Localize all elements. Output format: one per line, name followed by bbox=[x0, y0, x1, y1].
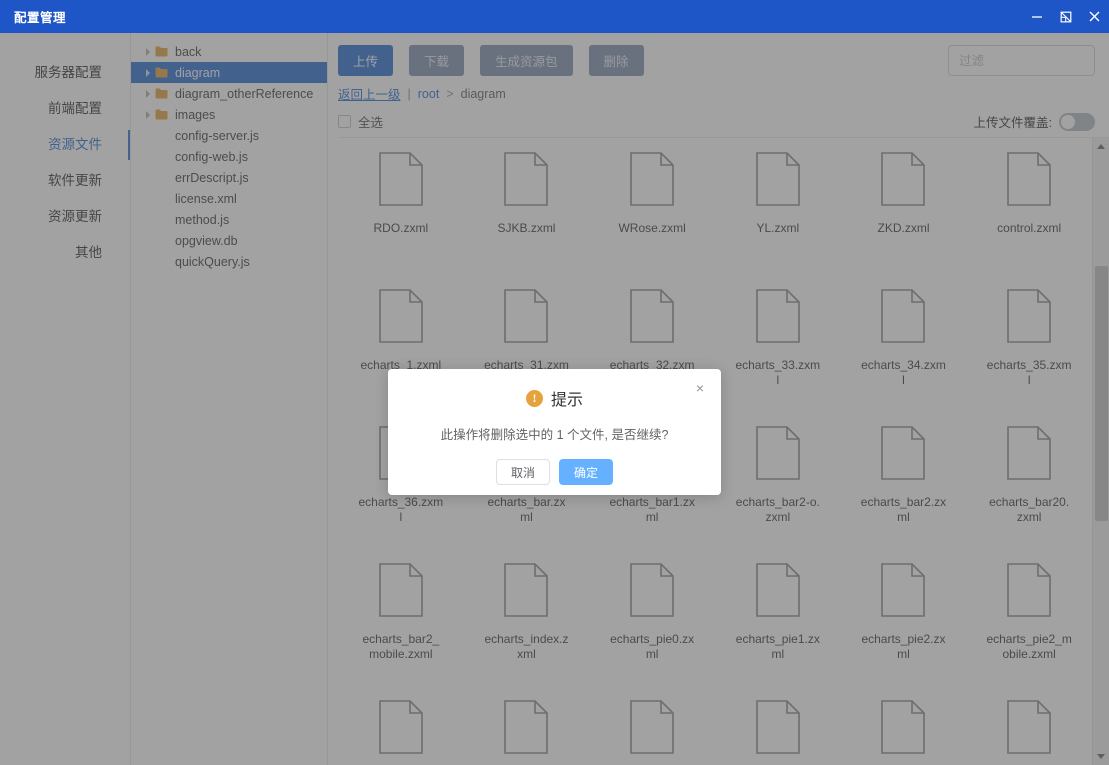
close-button[interactable] bbox=[1080, 0, 1109, 33]
confirm-dialog: × ! 提示 此操作将删除选中的 1 个文件, 是否继续? 取消 确定 bbox=[388, 369, 721, 495]
dialog-cancel-button[interactable]: 取消 bbox=[495, 459, 550, 485]
dialog-message: 此操作将删除选中的 1 个文件, 是否继续? bbox=[440, 428, 669, 442]
window-title: 配置管理 bbox=[14, 11, 67, 25]
dialog-header: ! 提示 bbox=[388, 369, 721, 410]
restore-button[interactable] bbox=[1051, 0, 1080, 33]
minimize-button[interactable] bbox=[1022, 0, 1051, 33]
window-controls bbox=[1022, 0, 1109, 33]
application-window: 配置管理 服务器配置前端配置资源文件软件更新资源更新其他 bbox=[0, 0, 1109, 765]
dialog-title: 提示 bbox=[550, 392, 583, 409]
dialog-confirm-button[interactable]: 确定 bbox=[559, 459, 614, 485]
warning-icon: ! bbox=[525, 389, 543, 407]
dialog-close-icon[interactable]: × bbox=[693, 381, 707, 395]
window-body: 服务器配置前端配置资源文件软件更新资源更新其他 backdiagramdiagr… bbox=[0, 33, 1109, 765]
dialog-footer: 取消 确定 bbox=[388, 459, 721, 485]
title-bar: 配置管理 bbox=[0, 0, 1109, 33]
